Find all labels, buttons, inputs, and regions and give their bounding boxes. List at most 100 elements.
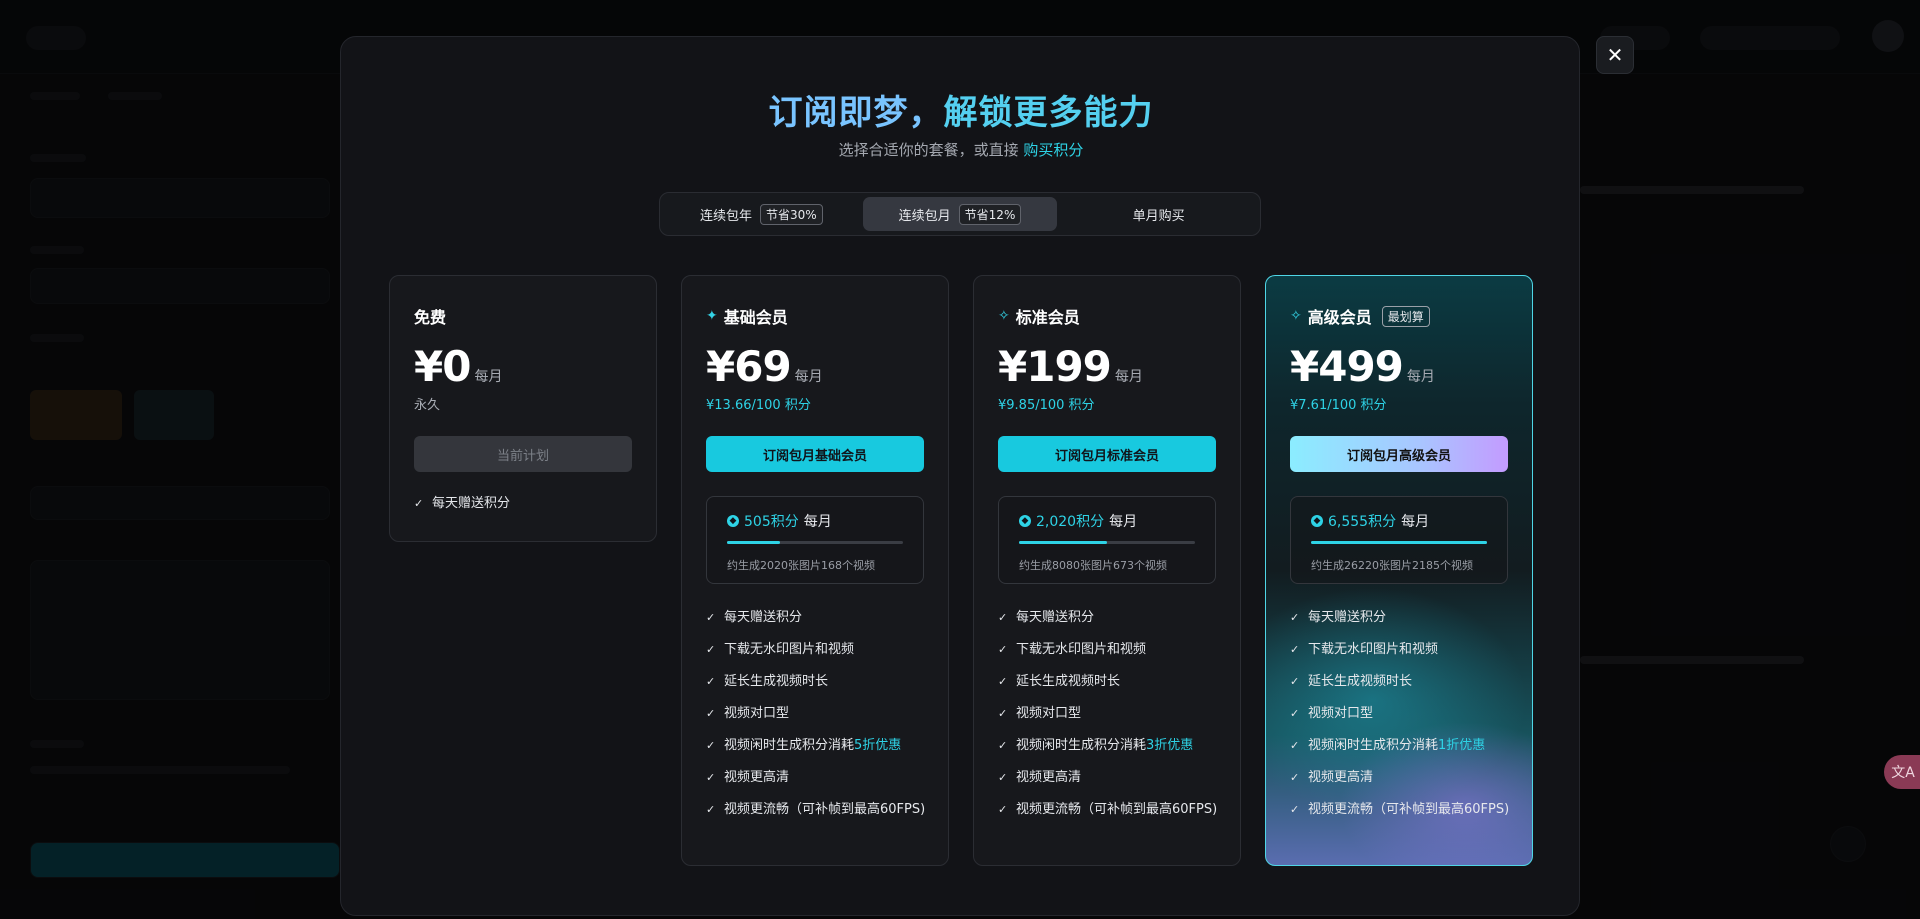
check-icon: ✓	[706, 739, 716, 752]
tab-single-month[interactable]: 单月购买	[1061, 197, 1256, 231]
check-icon: ✓	[1290, 771, 1300, 784]
check-icon: ✓	[706, 643, 716, 656]
feature-item: ✓ 视频更流畅（可补帧到最高60FPS)	[998, 800, 1226, 820]
price-per-credit: ¥13.66/100 积分	[706, 398, 811, 413]
tab-yearly[interactable]: 连续包年 节省30%	[664, 197, 859, 231]
feature-item: ✓ 视频更高清	[998, 768, 1226, 788]
sparkle-icon: ✧	[1290, 308, 1302, 324]
subscribe-premium-button[interactable]: 订阅包月高级会员	[1290, 436, 1508, 472]
feature-item: ✓ 视频更流畅（可补帧到最高60FPS)	[1290, 800, 1518, 820]
price-amount: ¥199	[998, 342, 1112, 391]
feature-item: ✓ 视频对口型	[706, 704, 934, 724]
feature-item: ✓ 视频更高清	[1290, 768, 1518, 788]
subscribe-standard-button[interactable]: 订阅包月标准会员	[998, 436, 1216, 472]
check-icon: ✓	[998, 643, 1008, 656]
subscription-modal: 订阅即梦，解锁更多能力 选择合适你的套餐，或直接 购买积分 连续包年 节省30%…	[340, 36, 1580, 916]
current-plan-button[interactable]: 当前计划	[414, 436, 632, 472]
tab-label: 连续包年	[699, 208, 752, 224]
feature-item: ✓ 延长生成视频时长	[1290, 672, 1518, 692]
check-icon: ✓	[998, 771, 1008, 784]
buy-credits-link[interactable]: 购买积分	[1023, 141, 1083, 159]
title-part-1: 订阅即梦，	[768, 93, 944, 133]
feature-item: ✓ 每天赠送积分	[998, 608, 1226, 628]
feature-item: ✓ 视频对口型	[998, 704, 1226, 724]
check-icon: ✓	[706, 675, 716, 688]
credits-amount: 2,020积分	[1036, 514, 1105, 530]
credits-unit: 每月	[1109, 514, 1138, 530]
feature-item: ✓ 下载无水印图片和视频	[706, 640, 934, 660]
feature-item: ✓ 视频闲时生成积分消耗5折优惠	[706, 736, 934, 756]
discount-highlight: 5折优惠	[854, 738, 902, 753]
credits-note: 约生成26220张图片2185个视频	[1311, 559, 1473, 572]
sparkle-icon: ✦	[706, 308, 718, 324]
feature-item: ✓ 每天赠送积分	[1290, 608, 1518, 628]
feature-item: ✓ 下载无水印图片和视频	[998, 640, 1226, 660]
feature-list: ✓ 每天赠送积分 ✓ 下载无水印图片和视频 ✓ 延长生成视频时长 ✓ 视频对口型 ✓ 视频…	[998, 608, 1226, 832]
credits-bar-fill	[727, 541, 780, 544]
credits-amount: 6,555积分	[1328, 514, 1397, 530]
title-part-2: 解锁更多能力	[943, 93, 1154, 133]
tab-monthly[interactable]: 连续包月 节省12%	[862, 197, 1058, 231]
close-icon: ✕	[1606, 43, 1624, 67]
price-period: 每月	[1406, 369, 1435, 385]
plan-price: ¥69 每月	[706, 342, 823, 391]
feature-item: ✓ 视频对口型	[1290, 704, 1518, 724]
feature-item: ✓ 视频闲时生成积分消耗3折优惠	[998, 736, 1226, 756]
check-icon: ✓	[998, 707, 1008, 720]
tab-label: 连续包月	[898, 208, 951, 224]
price-period: 每月	[474, 369, 503, 385]
billing-tabs: 连续包年 节省30% 连续包月 节省12% 单月购买	[659, 192, 1261, 236]
close-button[interactable]: ✕	[1596, 36, 1634, 74]
price-sub: 永久	[414, 398, 441, 413]
credits-bar-fill	[1311, 541, 1487, 544]
check-icon: ✓	[998, 803, 1008, 816]
check-icon: ✓	[1290, 803, 1300, 816]
translate-icon[interactable]: 文A	[1884, 755, 1920, 789]
check-icon: ✓	[998, 739, 1008, 752]
check-icon: ✓	[1290, 643, 1300, 656]
feature-item: ✓ 每天赠送积分	[414, 494, 642, 514]
feature-item: ✓ 视频更高清	[706, 768, 934, 788]
price-period: 每月	[1114, 369, 1143, 385]
credits-box: ◆ 6,555积分 每月 约生成26220张图片2185个视频	[1290, 496, 1508, 584]
plan-card-premium: ✧ 高级会员 最划算 ¥499 每月 ¥7.61/100 积分 订阅包月高级会员…	[1265, 275, 1533, 866]
tab-badge: 节省30%	[760, 203, 823, 225]
feature-list: ✓ 每天赠送积分 ✓ 下载无水印图片和视频 ✓ 延长生成视频时长 ✓ 视频对口型 ✓ 视频…	[1290, 608, 1518, 832]
modal-title: 订阅即梦，解锁更多能力	[341, 85, 1581, 134]
credits-note: 约生成2020张图片168个视频	[727, 559, 875, 572]
price-per-credit: ¥7.61/100 积分	[1290, 398, 1387, 413]
check-icon: ✓	[706, 803, 716, 816]
check-icon: ✓	[1290, 739, 1300, 752]
check-icon: ✓	[706, 771, 716, 784]
plan-price: ¥499 每月	[1290, 342, 1435, 391]
feature-item: ✓ 视频闲时生成积分消耗1折优惠	[1290, 736, 1518, 756]
credits-box: ◆ 2,020积分 每月 约生成8080张图片673个视频	[998, 496, 1216, 584]
tab-badge: 节省12%	[958, 203, 1022, 225]
credits-head: ◆ 505积分 每月	[727, 511, 832, 531]
plan-name: ✧ 标准会员	[998, 308, 1080, 327]
check-icon: ✓	[1290, 675, 1300, 688]
best-value-tag: 最划算	[1381, 305, 1430, 327]
credits-amount: 505积分	[744, 514, 799, 530]
sparkle-icon: ✧	[998, 308, 1010, 324]
price-amount: ¥69	[706, 342, 792, 391]
feature-item: ✓ 下载无水印图片和视频	[1290, 640, 1518, 660]
plan-name: 免费	[414, 308, 447, 327]
feature-list: ✓ 每天赠送积分 ✓ 下载无水印图片和视频 ✓ 延长生成视频时长 ✓ 视频对口型 ✓ 视频…	[706, 608, 934, 832]
credits-note: 约生成8080张图片673个视频	[1019, 559, 1167, 572]
feature-item: ✓ 视频更流畅（可补帧到最高60FPS)	[706, 800, 934, 820]
credits-bar	[1311, 541, 1487, 544]
credits-unit: 每月	[803, 514, 832, 530]
discount-highlight: 3折优惠	[1146, 738, 1194, 753]
subscribe-basic-button[interactable]: 订阅包月基础会员	[706, 436, 924, 472]
price-period: 每月	[794, 369, 823, 385]
feature-item: ✓ 延长生成视频时长	[706, 672, 934, 692]
check-icon: ✓	[706, 611, 716, 624]
credits-head: ◆ 2,020积分 每月	[1019, 511, 1137, 531]
plan-card-free: 免费 ¥0 每月 永久 当前计划 ✓ 每天赠送积分	[389, 275, 657, 542]
credits-bar	[1019, 541, 1195, 544]
price-amount: ¥0	[414, 342, 471, 391]
coin-icon: ◆	[1311, 515, 1323, 527]
check-icon: ✓	[1290, 611, 1300, 624]
check-icon: ✓	[998, 675, 1008, 688]
